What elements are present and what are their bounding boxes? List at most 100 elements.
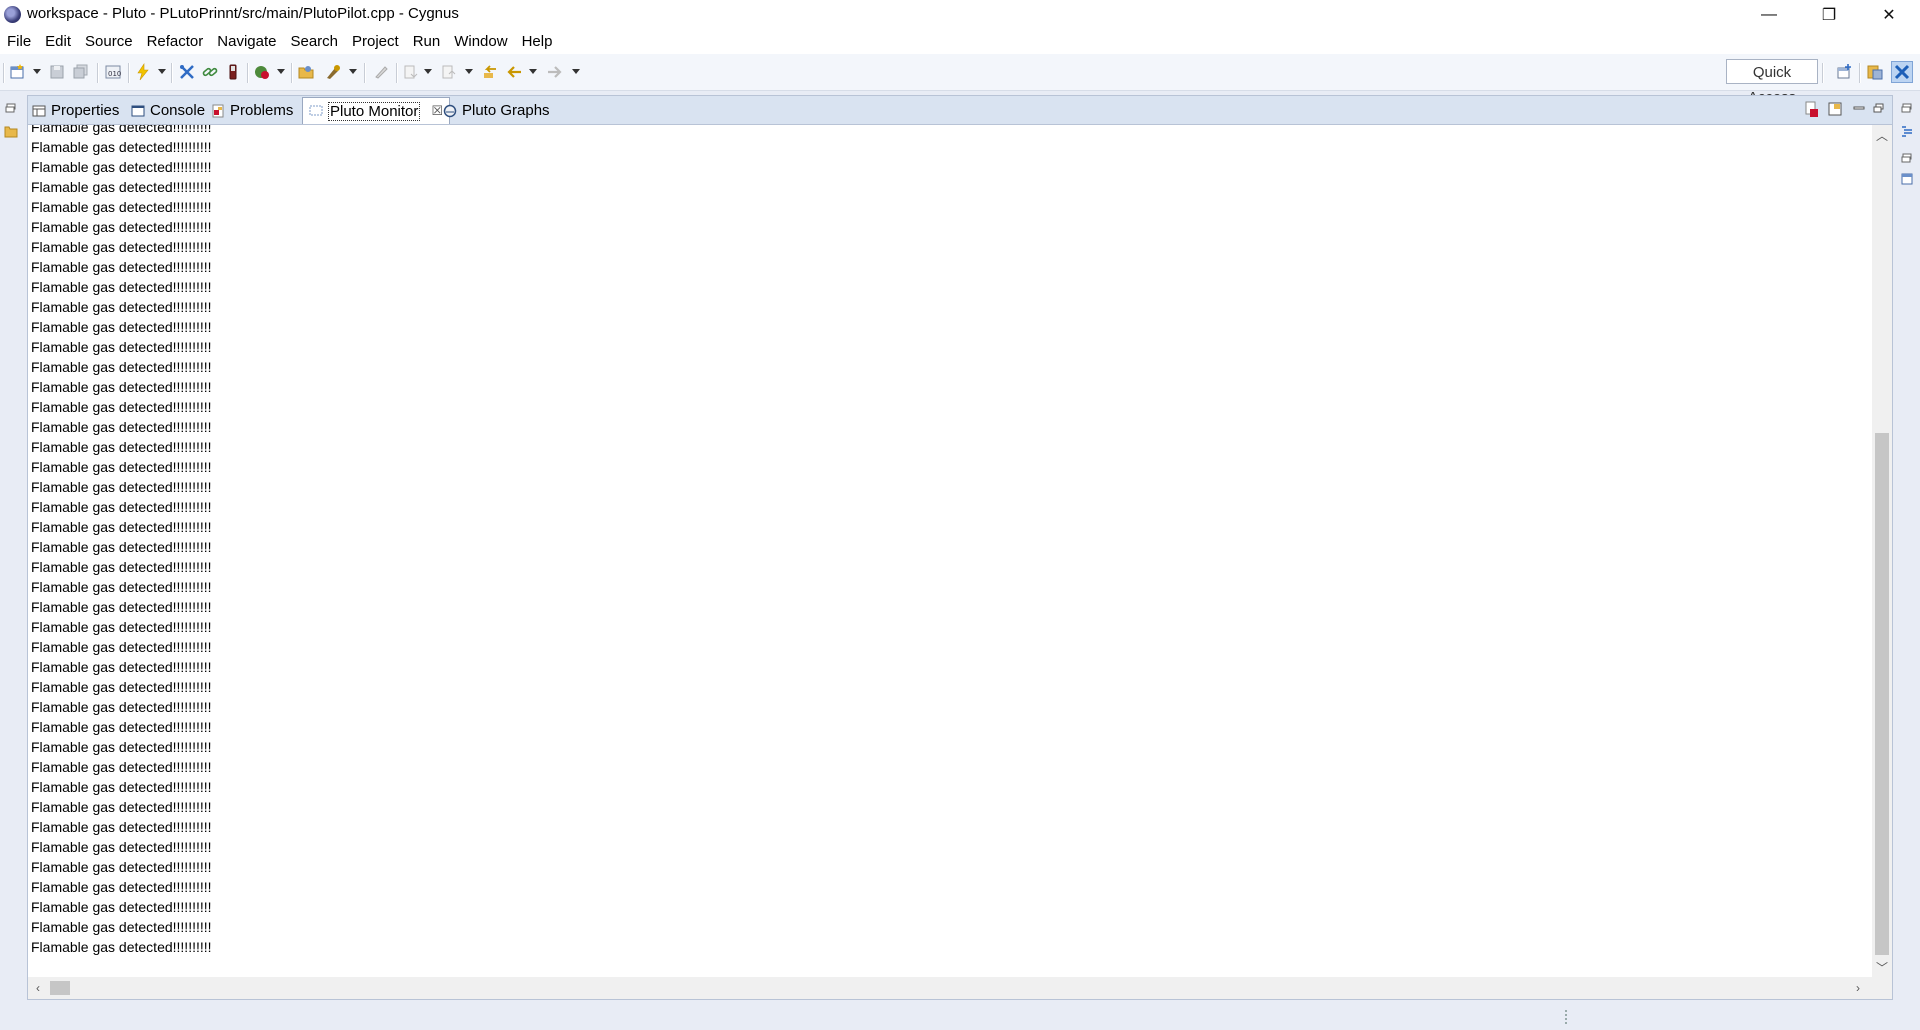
next-annotation-dropdown-icon[interactable] xyxy=(424,69,432,74)
outline-icon[interactable] xyxy=(1900,124,1914,138)
scroll-left-icon[interactable]: ‹ xyxy=(28,978,48,998)
main-toolbar: 010 xyxy=(0,54,1920,91)
quick-access-field[interactable]: Quick Access xyxy=(1726,59,1818,106)
task-list-icon[interactable] xyxy=(1900,172,1914,186)
horizontal-scroll-thumb[interactable] xyxy=(50,981,70,995)
restore-button[interactable]: ❐ xyxy=(1800,0,1858,30)
tab-label: Console xyxy=(150,102,206,119)
minimize-view-icon[interactable] xyxy=(1851,101,1867,119)
menu-edit[interactable]: Edit xyxy=(38,30,78,54)
toolbar-separator xyxy=(97,63,99,83)
pluto-monitor-output[interactable]: Flamable gas detected!!!!!!!!!! Flamable… xyxy=(28,125,1872,977)
console-line: Flamable gas detected!!!!!!!!!! xyxy=(31,339,212,355)
tab-label: Properties xyxy=(51,102,120,119)
cpp-perspective-icon[interactable] xyxy=(1866,63,1884,81)
last-edit-icon[interactable] xyxy=(481,63,499,81)
new-dropdown-icon[interactable] xyxy=(33,69,41,74)
console-line: Flamable gas detected!!!!!!!!!! xyxy=(31,619,212,635)
project-explorer-icon[interactable] xyxy=(4,124,18,138)
open-perspective-icon[interactable] xyxy=(1835,63,1853,81)
console-line: Flamable gas detected!!!!!!!!!! xyxy=(31,559,212,575)
console-line-partial: Flamable gas detected!!!!!!!!!! xyxy=(31,125,212,135)
close-tab-icon[interactable]: ☒ xyxy=(431,103,443,119)
save-icon[interactable] xyxy=(48,63,66,81)
console-line: Flamable gas detected!!!!!!!!!! xyxy=(31,899,212,915)
menu-refactor[interactable]: Refactor xyxy=(140,30,211,54)
next-annotation-icon[interactable] xyxy=(402,63,420,81)
tab-console[interactable]: Console xyxy=(131,98,205,123)
binary-icon[interactable]: 010 xyxy=(104,63,122,81)
toolbar-separator xyxy=(396,63,398,83)
cygnus-logo-icon xyxy=(4,6,21,23)
run-tool-dropdown-icon[interactable] xyxy=(349,69,357,74)
new-icon[interactable] xyxy=(8,63,26,81)
scroll-right-icon[interactable]: › xyxy=(1848,978,1868,998)
tab-properties[interactable]: Properties xyxy=(32,98,119,123)
console-line: Flamable gas detected!!!!!!!!!! xyxy=(31,839,212,855)
console-line: Flamable gas detected!!!!!!!!!! xyxy=(31,139,212,155)
console-line: Flamable gas detected!!!!!!!!!! xyxy=(31,759,212,775)
console-line: Flamable gas detected!!!!!!!!!! xyxy=(31,239,212,255)
menu-file[interactable]: File xyxy=(0,30,38,54)
horizontal-scrollbar[interactable]: ‹ › xyxy=(28,977,1892,999)
restore-view-icon[interactable] xyxy=(4,102,18,116)
debug-dropdown-icon[interactable] xyxy=(277,69,285,74)
right-trim-bar xyxy=(1894,90,1920,1030)
close-window-button[interactable]: ✕ xyxy=(1860,0,1918,30)
console-line: Flamable gas detected!!!!!!!!!! xyxy=(31,779,212,795)
restore-view-icon[interactable] xyxy=(1900,102,1914,116)
tools-icon[interactable] xyxy=(178,63,196,81)
vertical-scrollbar[interactable]: ︿ ﹀ xyxy=(1872,125,1892,977)
pluto-perspective-icon[interactable] xyxy=(1891,61,1913,83)
build-dropdown-icon[interactable] xyxy=(158,69,166,74)
prev-annotation-dropdown-icon[interactable] xyxy=(465,69,473,74)
battery-icon[interactable] xyxy=(224,63,242,81)
back-icon[interactable] xyxy=(505,63,523,81)
svg-text:010: 010 xyxy=(108,70,121,78)
menu-project[interactable]: Project xyxy=(345,30,406,54)
open-folder-icon[interactable] xyxy=(297,63,315,81)
menu-source[interactable]: Source xyxy=(78,30,140,54)
console-line: Flamable gas detected!!!!!!!!!! xyxy=(31,859,212,875)
new-window-icon[interactable] xyxy=(1827,101,1843,119)
console-line: Flamable gas detected!!!!!!!!!! xyxy=(31,519,212,535)
prev-annotation-icon[interactable] xyxy=(440,63,458,81)
link-icon[interactable] xyxy=(201,63,219,81)
toolbar-separator xyxy=(291,63,293,83)
menu-search[interactable]: Search xyxy=(283,30,345,54)
window-title: workspace - Pluto - PLutoPrinnt/src/main… xyxy=(27,5,459,22)
vertical-scroll-thumb[interactable] xyxy=(1875,433,1889,955)
tab-pluto-graphs[interactable]: Pluto Graphs xyxy=(443,98,550,123)
console-line: Flamable gas detected!!!!!!!!!! xyxy=(31,639,212,655)
console-line: Flamable gas detected!!!!!!!!!! xyxy=(31,539,212,555)
tab-pluto-monitor[interactable]: Pluto Monitor ☒ xyxy=(302,97,451,124)
console-line: Flamable gas detected!!!!!!!!!! xyxy=(31,219,212,235)
console-line: Flamable gas detected!!!!!!!!!! xyxy=(31,319,212,335)
annotation-icon[interactable] xyxy=(372,63,390,81)
maximize-view-icon[interactable] xyxy=(1871,101,1887,119)
console-line: Flamable gas detected!!!!!!!!!! xyxy=(31,699,212,715)
toolbar-separator xyxy=(1859,63,1861,83)
console-line: Flamable gas detected!!!!!!!!!! xyxy=(31,279,212,295)
debug-icon[interactable] xyxy=(253,63,271,81)
terminate-icon[interactable] xyxy=(1803,101,1819,119)
scroll-up-icon[interactable]: ︿ xyxy=(1872,125,1892,145)
minimize-button[interactable]: — xyxy=(1740,0,1798,30)
back-dropdown-icon[interactable] xyxy=(529,69,537,74)
toolbar-separator xyxy=(3,63,5,83)
scroll-down-icon[interactable]: ﹀ xyxy=(1872,957,1892,977)
menu-run[interactable]: Run xyxy=(406,30,448,54)
menu-navigate[interactable]: Navigate xyxy=(210,30,283,54)
restore-view-icon[interactable] xyxy=(1900,152,1914,166)
console-line: Flamable gas detected!!!!!!!!!! xyxy=(31,199,212,215)
tab-problems[interactable]: Problems xyxy=(211,98,293,123)
forward-dropdown-icon[interactable] xyxy=(572,69,580,74)
menu-window[interactable]: Window xyxy=(447,30,514,54)
menu-help[interactable]: Help xyxy=(515,30,560,54)
save-all-icon[interactable] xyxy=(72,63,90,81)
console-line: Flamable gas detected!!!!!!!!!! xyxy=(31,459,212,475)
run-tool-icon[interactable] xyxy=(324,63,342,81)
console-line: Flamable gas detected!!!!!!!!!! xyxy=(31,679,212,695)
forward-icon[interactable] xyxy=(546,63,564,81)
build-icon[interactable] xyxy=(134,63,152,81)
